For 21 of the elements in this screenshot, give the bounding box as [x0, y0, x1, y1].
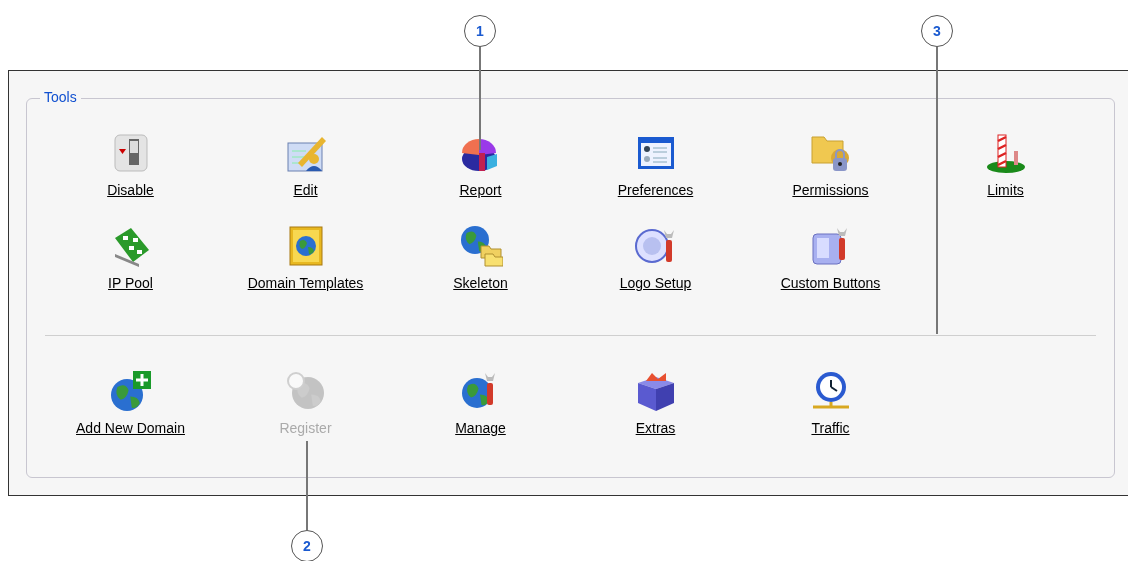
- tool-link[interactable]: IP Pool: [108, 274, 153, 292]
- callout-number: 1: [464, 15, 496, 47]
- tool-link[interactable]: Traffic: [811, 419, 850, 437]
- globe-folders-icon[interactable]: [458, 224, 503, 268]
- tool-link[interactable]: Logo Setup: [619, 274, 692, 292]
- tool-link[interactable]: Permissions: [792, 181, 869, 199]
- tool-link[interactable]: Preferences: [617, 181, 694, 199]
- tool-link[interactable]: Skeleton: [453, 274, 508, 292]
- tool-link[interactable]: Manage: [455, 419, 506, 437]
- callout-number: 3: [921, 15, 953, 47]
- tool-link[interactable]: Limits: [987, 181, 1024, 199]
- tool-link[interactable]: Add New Domain: [76, 419, 185, 437]
- tool-link[interactable]: Disable: [107, 181, 154, 199]
- tool-link[interactable]: Report: [459, 181, 502, 199]
- tool-link[interactable]: Edit: [293, 181, 318, 199]
- tool-link[interactable]: Custom Buttons: [780, 274, 881, 292]
- group-title: Tools: [40, 89, 81, 105]
- tool-link[interactable]: Domain Templates: [247, 274, 364, 292]
- tool-link[interactable]: Extras: [635, 419, 676, 437]
- callout-number: 2: [291, 530, 323, 561]
- globe-plus-icon[interactable]: [108, 369, 153, 413]
